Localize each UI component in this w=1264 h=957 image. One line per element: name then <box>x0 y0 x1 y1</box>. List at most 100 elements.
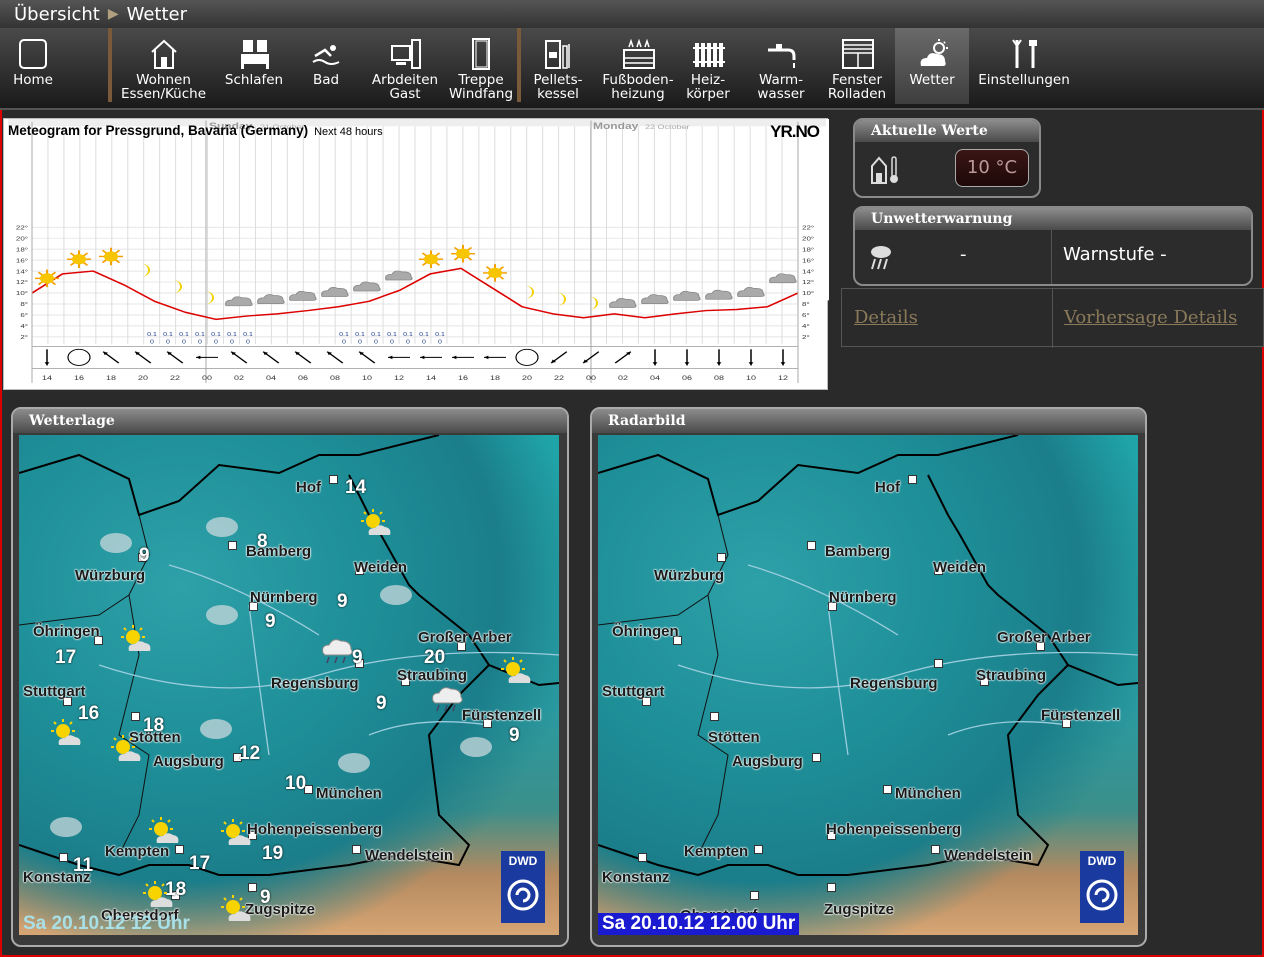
temperature-value: 12 <box>239 743 261 764</box>
wind-arrow-head <box>484 355 489 360</box>
city-label: Hohenpeissenberg <box>826 821 962 838</box>
city-label: Konstanz <box>602 869 670 886</box>
ytick-label-left: 14° <box>16 268 28 275</box>
toolbar-button-fenster[interactable]: Fenster Rolladen <box>826 28 888 104</box>
city-label: Öhringen <box>612 623 679 640</box>
toolbar-button-fussboden[interactable]: Fußboden-heizung <box>598 28 678 104</box>
computer-icon <box>390 38 421 70</box>
precip-value: 0.1 <box>355 332 365 338</box>
city-label: Fürstenzell <box>1041 707 1121 724</box>
xtick-label: 16 <box>74 374 85 382</box>
precip-value: 0.1 <box>339 332 349 338</box>
meteogram: 2° 2° 4° 4° 6° 6° 8° 8° 10° 10° 12° 12° 14° 14° 16° 16°… <box>3 118 829 390</box>
temperature-value: 11 <box>73 855 94 876</box>
wind-arrow-head <box>652 362 658 366</box>
city-label: Zugspitze <box>245 901 315 918</box>
toolbar-label: Wohnen Essen/Küche <box>120 72 207 102</box>
city-label: München <box>316 785 382 802</box>
home-icon <box>18 38 48 70</box>
city-label: Straubing <box>976 667 1046 684</box>
sun-icon <box>219 819 253 853</box>
city-label: Hohenpeissenberg <box>247 821 383 838</box>
xtick-label: 02 <box>234 374 244 382</box>
temperature-value: 17 <box>55 647 77 668</box>
precip-value: 0.1 <box>419 332 429 338</box>
precip-value: 0.1 <box>227 332 237 338</box>
breadcrumb-current: Wetter <box>126 3 188 25</box>
wind-arrow-head <box>780 362 786 366</box>
sun-icon <box>219 895 253 929</box>
rain-cloud-icon <box>319 635 355 669</box>
fog-icon <box>337 751 371 779</box>
wind-calm-icon <box>515 348 539 366</box>
city-label: München <box>895 785 961 802</box>
toolbar-button-heizkoerper[interactable]: Heiz-körper <box>680 28 736 104</box>
toolbar-button-wohnen[interactable]: Wohnen Essen/Küche <box>116 28 211 104</box>
toolbar-button-schlafen[interactable]: Schlafen <box>220 28 288 104</box>
precip-value: 0.1 <box>163 332 173 338</box>
toolbar-button-bad[interactable]: Bad <box>292 28 360 104</box>
wind-arrow-head <box>684 362 690 366</box>
details-link[interactable]: Details <box>854 307 918 328</box>
sun-icon <box>147 817 181 851</box>
breadcrumb-separator-icon: ▶ <box>107 6 119 22</box>
xtick-label: 04 <box>650 374 661 382</box>
city-label: Wendelstein <box>944 847 1033 864</box>
city-label: Stötten <box>708 729 760 746</box>
ytick-label-left: 20° <box>16 235 28 242</box>
precip-value: 0.1 <box>195 332 205 338</box>
toolbar-button-arbeiten[interactable]: Arbdeiten Gast <box>368 28 442 104</box>
temperature-value: 20 <box>424 647 446 668</box>
toolbar-label: Wetter <box>909 72 955 88</box>
wetterlage-map[interactable]: Hof Bamberg Würzburg Weiden Nürnberg Öhringen… <box>19 435 559 935</box>
aktuelle-werte-title: Aktuelle Werte <box>855 120 1039 142</box>
toolbar-button-warmwasser[interactable]: Warm-wasser <box>748 28 814 104</box>
ytick-label-left: 22° <box>16 224 28 231</box>
ytick-label-right: 8° <box>802 301 810 308</box>
precip-zero: 0 <box>246 339 251 345</box>
toolbar-button-wetter[interactable]: Wetter <box>895 28 969 104</box>
breadcrumb-parent[interactable]: Übersicht <box>14 4 100 25</box>
unwetter-panel: Unwetterwarnung - Warnstufe - <box>853 206 1253 286</box>
details-links: Details Vorhersage Details <box>841 288 1264 348</box>
ytick-label-right: 20° <box>802 235 814 242</box>
toolbar-button-treppe[interactable]: Treppe Windfang <box>447 28 515 104</box>
temperature-value: 8 <box>257 531 268 552</box>
unwetter-title: Unwetterwarnung <box>855 208 1251 230</box>
tools-icon <box>1009 38 1039 70</box>
toolbar-label: Heiz-körper <box>686 72 730 102</box>
toolbar-divider <box>517 28 521 102</box>
station-marker <box>812 753 821 762</box>
divider <box>1052 289 1053 348</box>
toolbar-button-pellets[interactable]: Pellets-kessel <box>524 28 592 104</box>
yrno-logo[interactable]: YR.NO <box>770 122 820 142</box>
vorhersage-details-link[interactable]: Vorhersage Details <box>1064 307 1237 328</box>
ytick-label-right: 12° <box>802 279 814 286</box>
xtick-label: 22 <box>170 374 180 382</box>
weather-symbol-sun <box>99 247 123 266</box>
toolbar-button-home[interactable]: Home <box>4 28 62 104</box>
precip-zero: 0 <box>390 339 395 345</box>
city-label: Nürnberg <box>829 589 897 606</box>
city-label: Kempten <box>684 843 749 860</box>
city-label: Stuttgart <box>602 683 665 700</box>
temperature-value: 9 <box>139 545 150 566</box>
breadcrumb: Übersicht ▶ Wetter <box>0 0 1264 28</box>
precip-zero: 0 <box>406 339 411 345</box>
radar-map[interactable]: Hof Bamberg Würzburg Weiden Nürnberg Öhringen… <box>598 435 1138 935</box>
wind-arrow-head <box>452 355 457 360</box>
toolbar-button-einstellungen[interactable]: Einstellungen <box>972 28 1076 104</box>
precip-zero: 0 <box>438 339 443 345</box>
precip-zero: 0 <box>182 339 187 345</box>
city-label: Hof <box>296 479 321 496</box>
toolbar-divider <box>108 28 112 102</box>
bed-icon <box>239 38 269 70</box>
city-label: Großer Arber <box>997 629 1091 646</box>
ytick-label-right: 10° <box>802 290 814 297</box>
temperature-value: 18 <box>143 715 165 736</box>
station-marker <box>638 853 647 862</box>
temperature-value: 9 <box>265 611 276 632</box>
warnstufe-value: - <box>1160 244 1167 265</box>
toolbar-label: Einstellungen <box>978 72 1070 88</box>
city-label: Wendelstein <box>365 847 454 864</box>
